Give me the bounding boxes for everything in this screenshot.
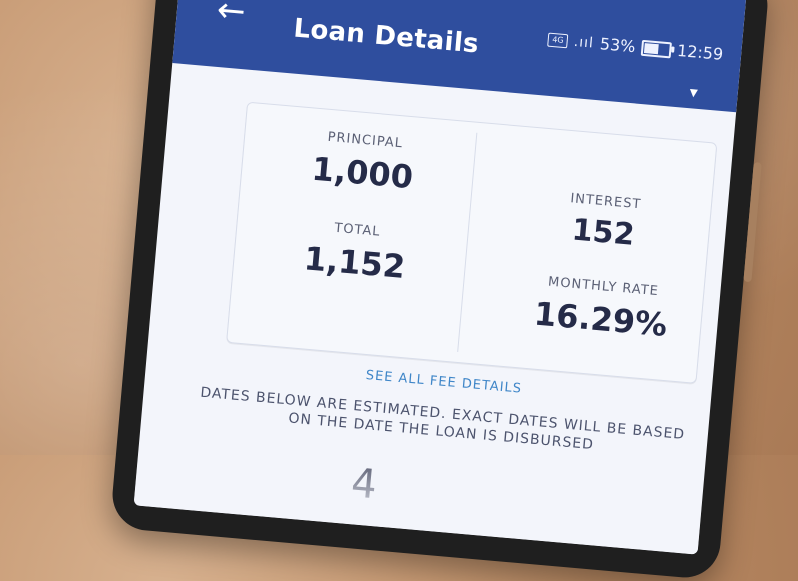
signal-icon: .ııl bbox=[573, 33, 595, 52]
total-value: 1,152 bbox=[302, 239, 407, 286]
battery-percent: 53% bbox=[599, 34, 637, 57]
app-header: ← Loan Details 4G .ııl 53% 12:59 ▾ bbox=[172, 0, 747, 113]
phone-device: ← Loan Details 4G .ııl 53% 12:59 ▾ PRINC… bbox=[109, 0, 771, 581]
see-all-fee-details-link[interactable]: SEE ALL FEE DETAILS bbox=[365, 368, 522, 397]
phone-screen: ← Loan Details 4G .ııl 53% 12:59 ▾ PRINC… bbox=[133, 0, 747, 555]
monthly-rate-value: 16.29% bbox=[532, 294, 669, 344]
back-arrow-icon[interactable]: ← bbox=[215, 0, 247, 32]
status-bar: 4G .ııl 53% 12:59 bbox=[547, 30, 724, 64]
principal-block: PRINCIPAL 1,000 bbox=[291, 127, 436, 198]
card-divider bbox=[457, 132, 478, 352]
battery-icon bbox=[640, 39, 672, 58]
page-title: Loan Details bbox=[292, 13, 480, 60]
loan-summary-card: PRINCIPAL 1,000 TOTAL 1,152 INTEREST 152… bbox=[226, 101, 718, 384]
sim-icon: 4G bbox=[547, 32, 569, 48]
interest-value: 152 bbox=[570, 212, 636, 253]
interest-block: INTEREST 152 bbox=[527, 188, 681, 257]
monthly-rate-block: MONTHLY RATE 16.29% bbox=[509, 272, 693, 346]
header-caret-icon: ▾ bbox=[688, 82, 699, 102]
status-time: 12:59 bbox=[676, 40, 724, 64]
total-block: TOTAL 1,152 bbox=[283, 217, 428, 288]
principal-value: 1,000 bbox=[310, 149, 415, 197]
